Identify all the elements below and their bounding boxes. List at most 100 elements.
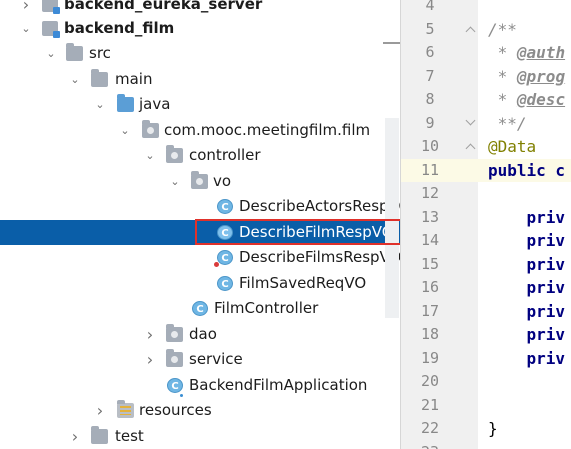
fold-toggle-icon[interactable]	[465, 115, 476, 125]
project-tree[interactable]: › backend_eureka_server ⌄ backend_film ⌄ src ⌄…	[0, 0, 400, 449]
fold-toggle-icon[interactable]	[465, 143, 476, 154]
chevron-right-icon[interactable]: ›	[143, 322, 157, 347]
tree-item-src[interactable]: ⌄ src	[0, 41, 400, 66]
package-icon	[191, 171, 208, 189]
tree-item-describefilmsrespvo[interactable]: C DescribeFilmsRespVO	[0, 245, 400, 270]
fold-toggle-icon[interactable]	[465, 26, 476, 36]
gutter-line[interactable]: 5	[401, 18, 479, 42]
tree-item-label: vo	[213, 172, 232, 190]
tree-item-com-mooc-meetingfilm-film[interactable]: ⌄ com.mooc.meetingfilm.film	[0, 118, 400, 143]
gutter-line[interactable]: 22	[401, 417, 479, 441]
tree-item-service[interactable]: › service	[0, 347, 400, 372]
code-text: priv	[488, 348, 566, 368]
tree-item-resources[interactable]: › resources	[0, 398, 400, 423]
tree-item-backendfilmapplication[interactable]: C BackendFilmApplication	[0, 373, 400, 398]
package-icon	[166, 324, 183, 342]
gutter-line[interactable]: 15	[401, 253, 479, 277]
tree-item-label: com.mooc.meetingfilm.film	[164, 121, 371, 139]
code-line[interactable]	[478, 182, 571, 206]
class-icon: C	[217, 225, 233, 240]
gutter-line[interactable]: 16	[401, 276, 479, 300]
gutter-line[interactable]: 10	[401, 135, 479, 159]
gutter-line[interactable]: 8	[401, 88, 479, 112]
code-line[interactable]: priv	[478, 300, 571, 324]
chevron-right-icon[interactable]: ›	[68, 424, 82, 449]
chevron-down-icon[interactable]: ⌄	[44, 41, 58, 66]
code-line[interactable]	[478, 0, 571, 18]
chevron-down-icon[interactable]: ⌄	[118, 118, 132, 143]
line-number: 19	[420, 348, 440, 367]
class-icon: C	[217, 199, 233, 214]
code-text: /**	[488, 19, 517, 39]
code-line[interactable]: }	[478, 417, 571, 441]
code-line[interactable]	[478, 441, 571, 449]
class-icon: C	[192, 301, 208, 316]
gutter-line[interactable]: 17	[401, 300, 479, 324]
code-line[interactable]: **/	[478, 112, 571, 136]
gutter-line[interactable]: 23	[401, 441, 479, 449]
code-line[interactable]: * @auth	[478, 41, 571, 65]
chevron-down-icon[interactable]: ⌄	[93, 92, 107, 117]
gutter-line[interactable]: 14	[401, 229, 479, 253]
gutter-line[interactable]: 9	[401, 112, 479, 136]
gutter-line[interactable]: 20	[401, 370, 479, 394]
code-line[interactable]: /**	[478, 18, 571, 42]
line-number: 14	[420, 231, 440, 249]
chevron-down-icon[interactable]: ⌄	[168, 169, 182, 194]
gutter-line[interactable]: 19	[401, 347, 479, 371]
tree-item-filmsavedreqvo[interactable]: C FilmSavedReqVO	[0, 271, 400, 296]
tree-item-test[interactable]: › test	[0, 424, 400, 449]
code-line[interactable]: * @prog	[478, 65, 571, 89]
tree-item-main[interactable]: ⌄ main	[0, 67, 400, 92]
line-number: 8	[425, 90, 435, 108]
gutter-line[interactable]: 21	[401, 394, 479, 418]
tree-item-backend-film[interactable]: ⌄ backend_film	[0, 16, 400, 41]
tree-item-describeactorsrespvo[interactable]: C DescribeActorsRespVO	[0, 194, 400, 219]
chevron-down-icon[interactable]: ⌄	[68, 67, 82, 92]
code-editor[interactable]: /** * @auth * @prog * @desc **/ @Data publ…	[478, 0, 571, 449]
tree-item-dao[interactable]: › dao	[0, 322, 400, 347]
code-line[interactable]: @Data	[478, 135, 571, 159]
chevron-down-icon[interactable]: ⌄	[19, 16, 33, 41]
tree-splitter-handle[interactable]	[383, 42, 401, 44]
chevron-right-icon[interactable]: ›	[93, 398, 107, 423]
code-line[interactable]	[478, 370, 571, 394]
gutter-line[interactable]: 4	[401, 0, 479, 18]
chevron-down-icon[interactable]: ⌄	[143, 143, 157, 168]
line-number: 10	[420, 137, 440, 155]
tree-item-label: FilmController	[214, 299, 319, 317]
code-line[interactable]: priv	[478, 347, 571, 371]
gutter-line[interactable]: 13	[401, 206, 479, 230]
chevron-right-icon[interactable]: ›	[19, 0, 33, 17]
code-text: priv	[488, 231, 566, 250]
code-line[interactable]: priv	[478, 229, 571, 253]
tree-item-label: DescribeFilmsRespVO	[239, 248, 400, 266]
tree-item-label: test	[115, 427, 144, 445]
chevron-right-icon[interactable]: ›	[143, 347, 157, 372]
code-line[interactable]	[478, 394, 571, 418]
tree-item-label: java	[139, 95, 171, 113]
code-line[interactable]: priv	[478, 253, 571, 277]
gutter-line[interactable]: 11	[401, 158, 479, 182]
gutter-line[interactable]: 7	[401, 65, 479, 89]
module-icon	[42, 0, 60, 14]
tree-item-label: src	[89, 44, 111, 62]
gutter-line[interactable]: 6	[401, 41, 479, 65]
tree-item-java[interactable]: ⌄ java	[0, 92, 400, 117]
code-text: @Data	[488, 137, 537, 156]
code-line[interactable]: priv	[478, 323, 571, 347]
tree-scrollbar[interactable]	[385, 118, 399, 318]
tree-item-label: BackendFilmApplication	[189, 376, 368, 394]
line-number: 23	[401, 441, 459, 449]
tree-item-vo[interactable]: ⌄ vo	[0, 169, 400, 194]
code-line[interactable]: priv	[478, 276, 571, 300]
gutter-line[interactable]: 12	[401, 182, 479, 206]
gutter-line[interactable]: 18	[401, 323, 479, 347]
code-line[interactable]: priv	[478, 206, 571, 230]
tree-item-controller[interactable]: ⌄ controller	[0, 143, 400, 168]
tree-item-filmcontroller[interactable]: C FilmController	[0, 296, 400, 321]
tree-item-backend-eureka-server[interactable]: › backend_eureka_server	[0, 0, 400, 17]
code-line[interactable]: public c	[478, 158, 571, 182]
tree-item-describefilmrespvo[interactable]: C DescribeFilmRespVO	[0, 220, 400, 245]
code-line[interactable]: * @desc	[478, 88, 571, 112]
